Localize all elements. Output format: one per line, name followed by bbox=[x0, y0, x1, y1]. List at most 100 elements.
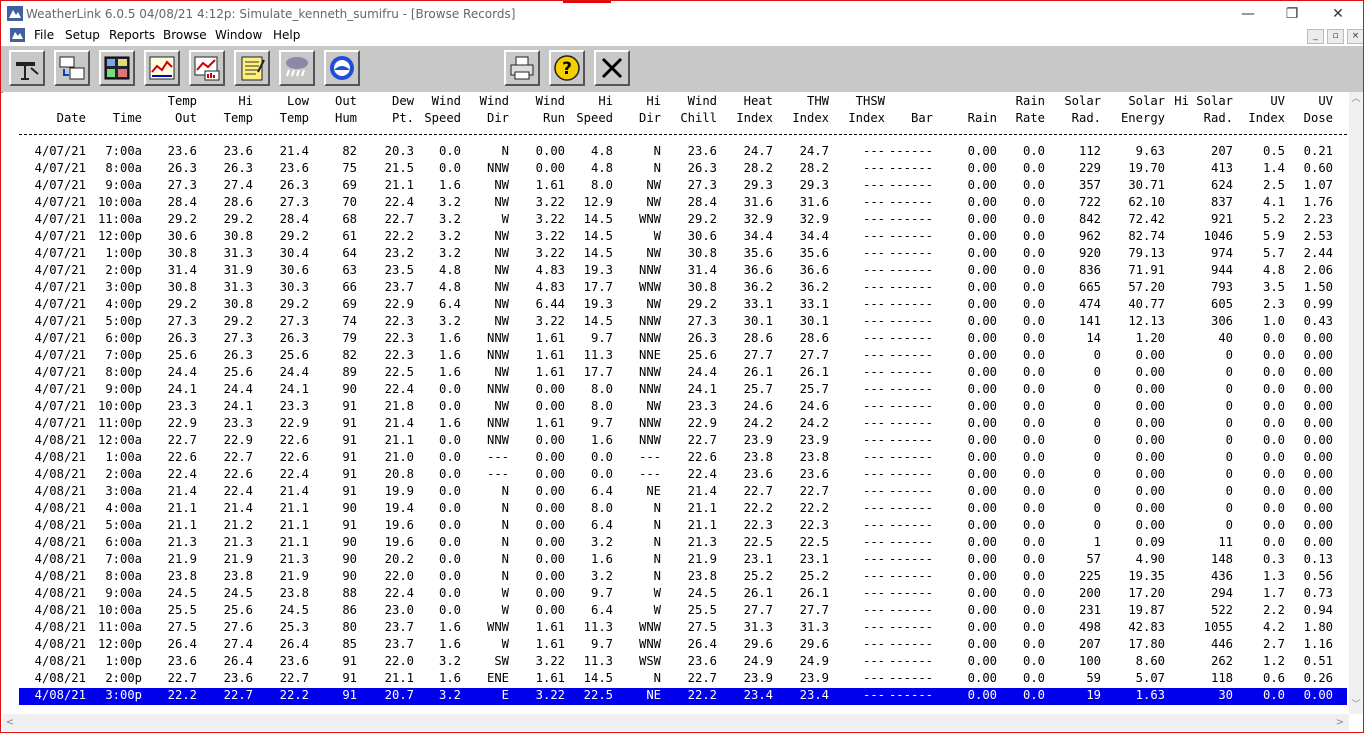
cell-hi-dir: NW bbox=[646, 195, 661, 209]
cell-wind-dir: N bbox=[501, 484, 509, 498]
cell-solar-rad: 207 bbox=[1078, 637, 1101, 651]
scroll-right-arrow-icon[interactable]: > bbox=[1333, 714, 1347, 731]
table-row[interactable]: 4/08/21 10:00a 25.5 25.6 24.5 86 23.0 0.0 W 0.00 6… bbox=[19, 603, 1347, 620]
print-button[interactable] bbox=[504, 50, 540, 86]
vertical-scrollbar[interactable]: ︿ ﹀ bbox=[1349, 92, 1363, 714]
cell-hi-dir: N bbox=[653, 535, 661, 549]
cell-wind-chill: 21.1 bbox=[687, 518, 717, 532]
cell-hi-temp: 27.6 bbox=[223, 620, 253, 634]
mdi-restore-button[interactable]: ▫ bbox=[1327, 29, 1344, 44]
cell-solar-rad: 19 bbox=[1086, 688, 1101, 702]
cell-hi-temp: 26.3 bbox=[223, 161, 253, 175]
close-browse-button[interactable] bbox=[594, 50, 630, 86]
noaa-report-button[interactable] bbox=[234, 50, 270, 86]
mdi-close-button[interactable]: × bbox=[1347, 29, 1363, 44]
table-row[interactable]: 4/07/21 10:00a 28.4 28.6 27.3 70 22.4 3.2 NW 3.22… bbox=[19, 195, 1347, 212]
cell-wind-chill: 21.9 bbox=[687, 552, 717, 566]
cell-date: 4/08/21 bbox=[34, 518, 86, 532]
table-row[interactable]: 4/08/21 5:00a 21.1 21.2 21.1 91 19.6 0.0 N 0.00 6.… bbox=[19, 518, 1347, 535]
cell-bar: ------ bbox=[888, 399, 933, 413]
cell-hi-temp: 23.3 bbox=[223, 416, 253, 430]
noaa-button[interactable] bbox=[324, 50, 360, 86]
cell-low-temp: 29.2 bbox=[279, 297, 309, 311]
table-row[interactable]: 4/08/21 1:00a 22.6 22.7 22.6 91 21.0 0.0 --- 0.00… bbox=[19, 450, 1347, 467]
close-window-button[interactable]: ✕ bbox=[1323, 4, 1353, 24]
table-row[interactable]: 4/07/21 3:00p 30.8 31.3 30.3 66 23.7 4.8 NW 4.83 1… bbox=[19, 280, 1347, 297]
table-row[interactable]: 4/07/21 5:00p 27.3 29.2 27.3 74 22.3 3.2 NW 3.22 1… bbox=[19, 314, 1347, 331]
table-row[interactable]: 4/08/21 2:00p 22.7 23.6 22.7 91 21.1 1.6 ENE 1.61… bbox=[19, 671, 1347, 688]
cell-hi-speed: 11.3 bbox=[583, 348, 613, 362]
table-row[interactable]: 4/08/21 12:00p 26.4 27.4 26.4 85 23.7 1.6 W 1.61 9… bbox=[19, 637, 1347, 654]
horizontal-scrollbar[interactable]: < > bbox=[3, 714, 1349, 731]
cell-solar-rad: 0 bbox=[1093, 433, 1101, 447]
records-view[interactable]: Temp Hi Low Out Dew Wind Wind Wind Hi Hi Wind Heat T… bbox=[3, 92, 1349, 714]
strip-chart-button[interactable] bbox=[144, 50, 180, 86]
download-button[interactable] bbox=[54, 50, 90, 86]
cell-uv-dose: 0.99 bbox=[1303, 297, 1333, 311]
scroll-down-arrow-icon[interactable]: ﹀ bbox=[1349, 698, 1363, 712]
table-row[interactable]: 4/08/21 3:00a 21.4 22.4 21.4 91 19.9 0.0 N 0.00 6.… bbox=[19, 484, 1347, 501]
menu-browse[interactable]: Browse bbox=[163, 28, 207, 42]
table-row[interactable]: 4/07/21 4:00p 29.2 30.8 29.2 69 22.9 6.4 NW 6.44 1… bbox=[19, 297, 1347, 314]
table-row[interactable]: 4/08/21 4:00a 21.1 21.4 21.1 90 19.4 0.0 N 0.00 8.… bbox=[19, 501, 1347, 518]
scroll-left-arrow-icon[interactable]: < bbox=[3, 714, 17, 731]
cell-hi-speed: 0.0 bbox=[590, 450, 613, 464]
menu-help[interactable]: Help bbox=[273, 28, 300, 42]
cell-rain-rate: 0.0 bbox=[1022, 161, 1045, 175]
menu-setup[interactable]: Setup bbox=[65, 28, 100, 42]
cell-hi-speed: 14.5 bbox=[583, 314, 613, 328]
cell-wind-run: 3.22 bbox=[535, 314, 565, 328]
cell-uv-index: 5.7 bbox=[1262, 246, 1285, 260]
cell-low-temp: 21.4 bbox=[279, 484, 309, 498]
table-row[interactable]: 4/07/21 1:00p 30.8 31.3 30.4 64 23.2 3.2 NW 3.22 1… bbox=[19, 246, 1347, 263]
table-row[interactable]: 4/08/21 2:00a 22.4 22.6 22.4 91 20.8 0.0 --- 0.00… bbox=[19, 467, 1347, 484]
table-row[interactable]: 4/08/21 11:00a 27.5 27.6 25.3 80 23.7 1.6 WNW 1.6… bbox=[19, 620, 1347, 637]
restore-button[interactable]: ❐ bbox=[1277, 4, 1307, 24]
table-row[interactable]: 4/08/21 9:00a 24.5 24.5 23.8 88 22.4 0.0 W 0.00 9.… bbox=[19, 586, 1347, 603]
cell-temp-out: 31.4 bbox=[167, 263, 197, 277]
table-row[interactable]: 4/08/21 12:00a 22.7 22.9 22.6 91 21.1 0.0 NNW 0.0… bbox=[19, 433, 1347, 450]
table-row[interactable]: 4/07/21 11:00a 29.2 29.2 28.4 68 22.7 3.2 W 3.22 1… bbox=[19, 212, 1347, 229]
cell-wind-speed: 0.0 bbox=[438, 467, 461, 481]
cell-hi-temp: 27.4 bbox=[223, 178, 253, 192]
cell-out-hum: 90 bbox=[342, 501, 357, 515]
table-row[interactable]: 4/07/21 6:00p 26.3 27.3 26.3 79 22.3 1.6 NNW 1.61… bbox=[19, 331, 1347, 348]
table-row[interactable]: 4/08/21 3:00p 22.2 22.7 22.2 91 20.7 3.2 E 3.22 22… bbox=[19, 688, 1347, 705]
weatherlink-app-icon[interactable] bbox=[7, 6, 23, 21]
table-row[interactable]: 4/07/21 9:00p 24.1 24.4 24.1 90 22.4 0.0 NNW 0.00… bbox=[19, 382, 1347, 399]
table-row[interactable]: 4/07/21 7:00p 25.6 26.3 25.6 82 22.3 1.6 NNW 1.61… bbox=[19, 348, 1347, 365]
table-row[interactable]: 4/08/21 7:00a 21.9 21.9 21.3 90 20.2 0.0 N 0.00 1.… bbox=[19, 552, 1347, 569]
cell-hi-temp: 24.5 bbox=[223, 586, 253, 600]
table-row[interactable]: 4/08/21 8:00a 23.8 23.8 21.9 90 22.0 0.0 N 0.00 3.… bbox=[19, 569, 1347, 586]
table-row[interactable]: 4/07/21 12:00p 30.6 30.8 29.2 61 22.2 3.2 NW 3.22… bbox=[19, 229, 1347, 246]
cell-uv-index: 0.0 bbox=[1262, 382, 1285, 396]
table-row[interactable]: 4/07/21 2:00p 31.4 31.9 30.6 63 23.5 4.8 NW 4.83 1… bbox=[19, 263, 1347, 280]
help-button[interactable]: ? bbox=[549, 50, 585, 86]
table-row[interactable]: 4/07/21 9:00a 27.3 27.4 26.3 69 21.1 1.6 NW 1.61 8… bbox=[19, 178, 1347, 195]
table-row[interactable]: 4/07/21 11:00p 22.9 23.3 22.9 91 21.4 1.6 NNW 1.6… bbox=[19, 416, 1347, 433]
cell-rain: 0.00 bbox=[967, 263, 997, 277]
menu-reports[interactable]: Reports bbox=[109, 28, 155, 42]
station-setup-button[interactable] bbox=[9, 50, 45, 86]
table-row[interactable]: 4/07/21 8:00a 26.3 26.3 23.6 75 21.5 0.0 NNW 0.00… bbox=[19, 161, 1347, 178]
notepad-icon bbox=[241, 56, 265, 81]
weather-button[interactable] bbox=[279, 50, 315, 86]
table-row[interactable]: 4/07/21 10:00p 23.3 24.1 23.3 91 21.8 0.0 NW 0.00… bbox=[19, 399, 1347, 416]
scroll-up-arrow-icon[interactable]: ︿ bbox=[1349, 92, 1363, 106]
table-row[interactable]: 4/07/21 8:00p 24.4 25.6 24.4 89 22.5 1.6 NW 1.61 1… bbox=[19, 365, 1347, 382]
minimize-button[interactable]: — bbox=[1233, 4, 1263, 24]
document-icon[interactable] bbox=[10, 28, 25, 42]
table-row[interactable]: 4/08/21 6:00a 21.3 21.3 21.1 90 19.6 0.0 N 0.00 3.… bbox=[19, 535, 1347, 552]
table-row[interactable]: 4/08/21 1:00p 23.6 26.4 23.6 91 22.0 3.2 SW 3.22 1… bbox=[19, 654, 1347, 671]
table-row[interactable]: 4/07/21 7:00a 23.6 23.6 21.4 82 20.3 0.0 N 0.00 4.… bbox=[19, 144, 1347, 161]
mdi-minimize-button[interactable]: _ bbox=[1307, 29, 1324, 44]
menu-window[interactable]: Window bbox=[215, 28, 262, 42]
menu-file[interactable]: File bbox=[34, 28, 54, 42]
cell-rain-rate: 0.0 bbox=[1022, 280, 1045, 294]
bulletin-button[interactable] bbox=[99, 50, 135, 86]
cell-date: 4/07/21 bbox=[34, 348, 86, 362]
plot-button[interactable] bbox=[189, 50, 225, 86]
cell-rain: 0.00 bbox=[967, 246, 997, 260]
header-thw-index: Index bbox=[792, 111, 829, 125]
cell-out-hum: 89 bbox=[342, 365, 357, 379]
